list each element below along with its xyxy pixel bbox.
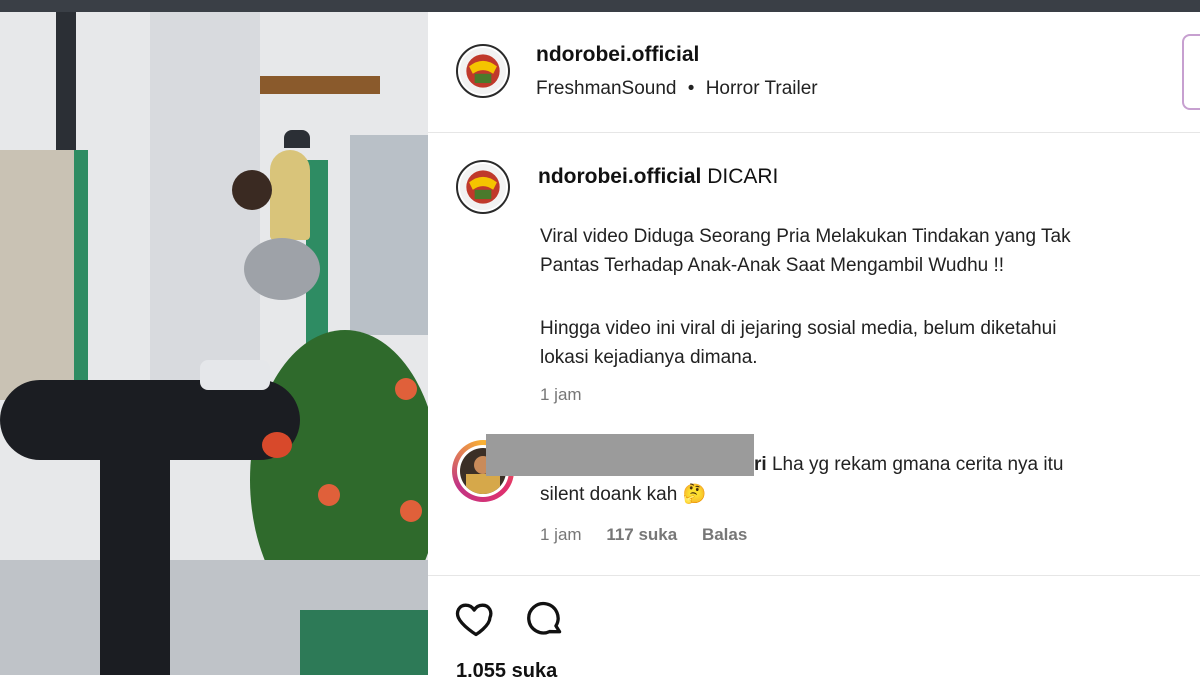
- comment-icon: [527, 601, 562, 635]
- actions-divider: [428, 575, 1200, 576]
- account-logo-icon: [459, 47, 507, 95]
- water-heater: [350, 135, 428, 335]
- audio-separator: •: [687, 78, 695, 99]
- reply-button[interactable]: Balas: [702, 525, 747, 544]
- caption-paragraph-1: Viral video Diduga Seorang Pria Melakuka…: [540, 222, 1200, 280]
- header-divider: [428, 132, 1200, 133]
- cap: [284, 130, 310, 148]
- flower: [400, 500, 422, 522]
- motorbike-mirror: [200, 360, 270, 390]
- pillar: [56, 12, 76, 162]
- likes-count[interactable]: 1.055 suka: [456, 660, 557, 683]
- commenter-username-tail[interactable]: ri: [754, 454, 767, 475]
- like-button[interactable]: [454, 596, 498, 640]
- comment-like-count[interactable]: 117 suka: [606, 525, 677, 544]
- caption-line: Viral video Diduga Seorang Pria Melakuka…: [540, 226, 1071, 247]
- caption-line: lokasi kejadianya dimana.: [540, 347, 758, 368]
- blurred-area: [244, 238, 320, 300]
- redacted-username: [486, 434, 754, 476]
- comment-line-2: silent doank kah 🤔: [540, 484, 707, 505]
- more-options-button-edge[interactable]: [1182, 34, 1200, 110]
- wall-trim: [260, 76, 380, 94]
- media-top-strip: [0, 0, 428, 12]
- account-avatar[interactable]: [456, 44, 510, 98]
- motorbike-signal: [262, 432, 292, 458]
- caption-line: Hingga video ini viral di jejaring sosia…: [540, 318, 1057, 339]
- comment-text: Lha yg rekam gmana cerita nya itu: [771, 454, 1064, 475]
- audio-line[interactable]: FreshmanSound • Horror Trailer: [536, 78, 818, 100]
- caption-paragraph-2: Hingga video ini viral di jejaring sosia…: [540, 314, 1200, 372]
- caption-heading: ndorobei.official DICARI: [538, 165, 778, 189]
- post-media-image[interactable]: [0, 0, 428, 675]
- child-head: [232, 170, 272, 210]
- caption-line: Pantas Terhadap Anak-Anak Saat Mengambil…: [540, 255, 1005, 276]
- caption-avatar[interactable]: [456, 160, 510, 214]
- flower: [395, 378, 417, 400]
- comment-meta: 1 jam 117 suka Balas: [540, 525, 747, 545]
- heart-icon: [455, 603, 493, 637]
- panel-top-strip: [428, 0, 1200, 12]
- comment-button[interactable]: [522, 596, 566, 640]
- audio-name[interactable]: FreshmanSound: [536, 78, 676, 99]
- floor-mat: [300, 610, 428, 675]
- caption-time: 1 jam: [540, 385, 582, 404]
- comment-time: 1 jam: [540, 525, 582, 544]
- caption-username[interactable]: ndorobei.official: [538, 165, 701, 188]
- post-details-panel: ndorobei.official FreshmanSound • Horror…: [428, 0, 1200, 682]
- motorbike-fork: [100, 420, 170, 675]
- green-pillar-left: [74, 150, 88, 400]
- vent-block: [0, 150, 75, 400]
- account-logo-icon: [459, 163, 507, 211]
- audio-title[interactable]: Horror Trailer: [706, 78, 818, 99]
- adult-figure: [270, 150, 310, 240]
- caption-headline: DICARI: [707, 165, 779, 188]
- comment-line-1: ri Lha yg rekam gmana cerita nya itu: [754, 450, 1063, 480]
- post-username[interactable]: ndorobei.official: [536, 43, 699, 67]
- flower: [318, 484, 340, 506]
